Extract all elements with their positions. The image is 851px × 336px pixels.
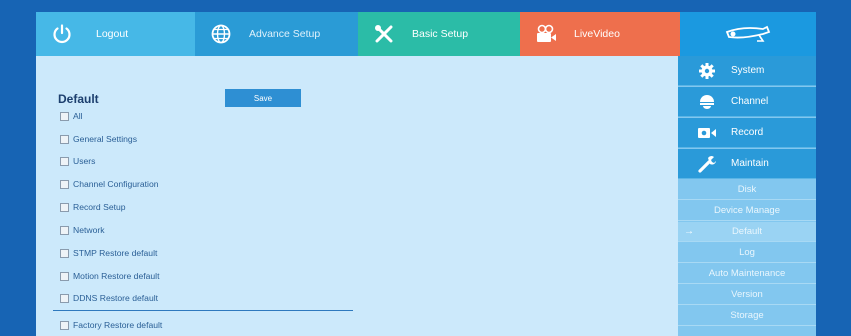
- app-frame: Logout Advance Setup Basic Setup LiveVid…: [36, 12, 816, 336]
- submenu-storage[interactable]: Storage: [678, 306, 816, 326]
- logout-tab[interactable]: Logout: [36, 12, 195, 56]
- option-record-setup[interactable]: Record Setup: [60, 202, 126, 212]
- basic-setup-tab[interactable]: Basic Setup: [358, 12, 520, 56]
- power-icon: [48, 20, 76, 48]
- section-divider: [53, 310, 353, 311]
- video-camera-icon: [532, 20, 560, 48]
- checkbox[interactable]: [60, 179, 69, 189]
- option-motion-restore[interactable]: Motion Restore default: [60, 271, 159, 281]
- option-label: DDNS Restore default: [73, 293, 159, 303]
- save-button[interactable]: Save: [225, 89, 301, 107]
- active-arrow-icon: →: [684, 226, 694, 237]
- settings-panel: Default Save All General Settings Users …: [36, 56, 678, 336]
- option-label: Motion Restore default: [73, 271, 160, 281]
- option-label: Factory Restore default: [73, 320, 163, 330]
- option-users[interactable]: Users: [60, 156, 95, 166]
- security-camera-logo-icon: [718, 20, 778, 48]
- sidebar-item-label: Channel: [731, 96, 769, 107]
- submenu-label: Disk: [737, 184, 757, 195]
- submenu-auto-maintenance[interactable]: Auto Maintenance: [678, 264, 816, 284]
- advance-setup-label: Advance Setup: [249, 28, 321, 40]
- top-navigation: Logout Advance Setup Basic Setup LiveVid…: [36, 12, 816, 56]
- submenu-label: Version: [731, 289, 763, 300]
- live-video-tab[interactable]: LiveVideo: [520, 12, 680, 56]
- option-label: Record Setup: [73, 202, 126, 212]
- logout-label: Logout: [96, 28, 129, 40]
- option-label: Channel Configuration: [73, 179, 159, 189]
- checkbox[interactable]: [60, 111, 69, 121]
- wrench-icon: [696, 153, 718, 175]
- submenu-label: Default: [731, 226, 763, 237]
- sidebar-item-maintain[interactable]: Maintain: [678, 149, 816, 179]
- page-title: Default: [58, 92, 99, 106]
- option-label: General Settings: [73, 134, 138, 144]
- option-label: Network: [73, 225, 105, 235]
- option-all[interactable]: All: [60, 111, 83, 121]
- tools-icon: [370, 20, 398, 48]
- option-stmp-restore[interactable]: STMP Restore default: [60, 248, 157, 258]
- submenu-label: Device Manage: [713, 205, 780, 216]
- checkbox[interactable]: [60, 271, 69, 281]
- checkbox[interactable]: [60, 320, 69, 330]
- checkbox[interactable]: [60, 248, 69, 258]
- checkbox[interactable]: [60, 156, 69, 166]
- option-label: STMP Restore default: [73, 248, 158, 258]
- submenu-version[interactable]: Version: [678, 285, 816, 305]
- sidebar-item-channel[interactable]: Channel: [678, 87, 816, 117]
- submenu-default[interactable]: → Default: [678, 222, 816, 242]
- option-label: Users: [73, 156, 96, 166]
- dome-camera-icon: [696, 91, 718, 113]
- advance-setup-tab[interactable]: Advance Setup: [195, 12, 358, 56]
- option-channel-configuration[interactable]: Channel Configuration: [60, 179, 159, 189]
- brand-logo: [680, 12, 816, 56]
- submenu-label: Storage: [730, 310, 764, 321]
- basic-setup-label: Basic Setup: [412, 28, 469, 40]
- sidebar-item-label: System: [731, 65, 765, 76]
- checkbox[interactable]: [60, 293, 69, 303]
- option-factory-restore[interactable]: Factory Restore default: [60, 320, 162, 330]
- video-camera-icon: [696, 122, 718, 144]
- sidebar: System Channel Record Maintain Disk Devi…: [678, 56, 816, 336]
- checkbox[interactable]: [60, 202, 69, 212]
- sidebar-item-system[interactable]: System: [678, 56, 816, 86]
- live-video-label: LiveVideo: [574, 28, 620, 40]
- submenu-label: Auto Maintenance: [708, 268, 786, 279]
- option-ddns-restore[interactable]: DDNS Restore default: [60, 293, 158, 303]
- submenu-log[interactable]: Log: [678, 243, 816, 263]
- sidebar-item-label: Maintain: [731, 158, 769, 169]
- sidebar-item-label: Record: [731, 127, 764, 138]
- submenu-disk[interactable]: Disk: [678, 180, 816, 200]
- globe-icon: [207, 20, 235, 48]
- checkbox[interactable]: [60, 134, 69, 144]
- option-label: All: [73, 111, 83, 121]
- option-general-settings[interactable]: General Settings: [60, 134, 137, 144]
- checkbox[interactable]: [60, 225, 69, 235]
- sidebar-item-record[interactable]: Record: [678, 118, 816, 148]
- submenu-device-manage[interactable]: Device Manage: [678, 201, 816, 221]
- submenu-label: Log: [739, 247, 755, 258]
- gear-icon: [696, 60, 718, 82]
- option-network[interactable]: Network: [60, 225, 105, 235]
